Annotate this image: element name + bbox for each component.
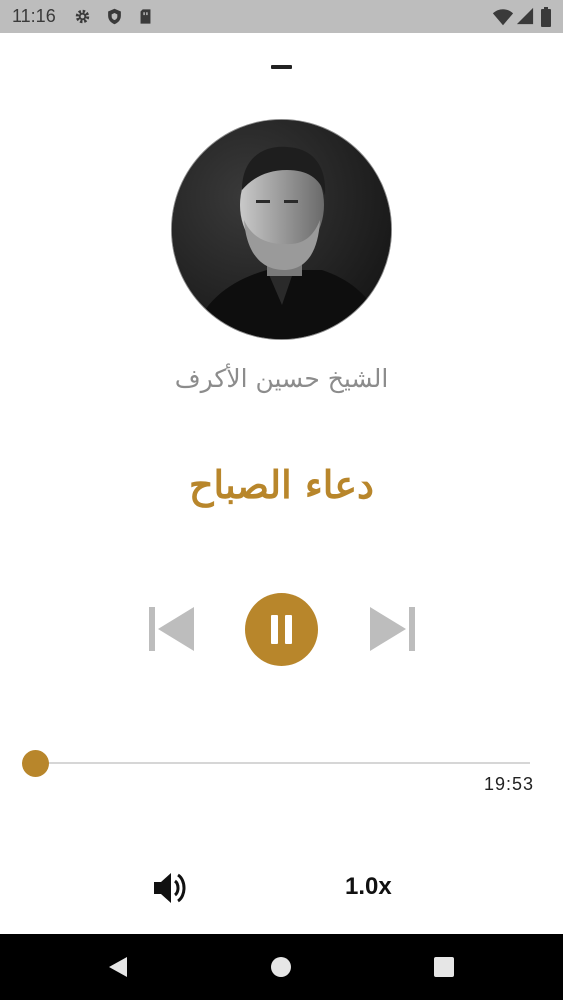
duration: 19:53 (483, 774, 534, 794)
back-icon[interactable] (107, 956, 129, 978)
gear-icon (75, 9, 90, 24)
artist-name: الشيخ حسين الأكرف (174, 364, 389, 393)
skip-previous-icon[interactable] (148, 606, 196, 652)
artist-avatar (172, 120, 391, 339)
seek-bar[interactable] (35, 762, 530, 764)
collapse-handle[interactable] (271, 65, 292, 69)
wifi-icon (492, 9, 514, 26)
shield-icon (108, 8, 121, 25)
playback-speed-button[interactable]: 1.0x (345, 873, 392, 901)
seek-thumb[interactable] (22, 750, 49, 777)
navigation-bar (0, 934, 563, 1000)
cell-signal-icon (516, 7, 534, 25)
status-time: 11:16 (12, 6, 56, 26)
status-bar: 11:16 (0, 0, 563, 33)
track-title: دعاء الصباح (189, 462, 374, 507)
pause-button[interactable] (245, 593, 318, 666)
pause-icon (271, 615, 292, 644)
skip-next-icon[interactable] (368, 606, 416, 652)
battery-icon (541, 7, 551, 27)
volume-icon[interactable] (152, 870, 190, 906)
home-icon[interactable] (270, 956, 292, 978)
artist-photo (172, 120, 391, 339)
sim-card-icon (140, 9, 151, 24)
recents-icon[interactable] (433, 956, 455, 978)
